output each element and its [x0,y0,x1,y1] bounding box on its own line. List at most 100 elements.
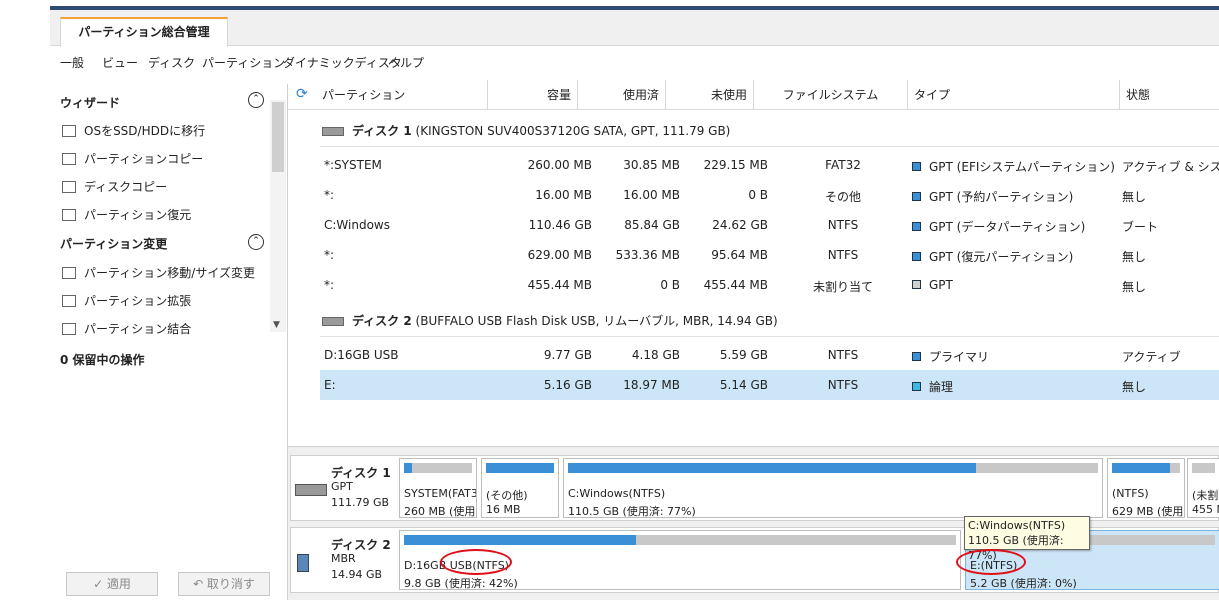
cell-text: 無し [1122,280,1147,294]
cell-text: 16.00 MB [623,188,680,202]
cell-text: *: [324,248,335,262]
partition-block[interactable]: C:Windows(NTFS) 110.5 GB (使用済: 77%) [563,458,1103,518]
cell-text: E: [324,378,336,392]
sidebar-item-migrate-os[interactable]: OSをSSD/HDDに移行 [62,122,205,139]
menu-dynamic-disk[interactable]: ダイナミックディスク [283,54,402,71]
menu-help[interactable]: ヘルプ [388,54,424,71]
cell-text: NTFS [827,248,859,262]
table-cell: 30.85 MB [590,158,680,172]
partition-size: 455 M [1192,503,1219,516]
disk1-info: ディスク 1 GPT 111.79 GB [291,456,397,520]
cell-text: GPT (予約パーティション) [929,190,1074,204]
table-cell: E: [324,378,494,392]
disk1-header[interactable]: ディスク 1 (KINGSTON SUV400S37120G SATA, GPT… [322,122,730,139]
table-cell: 229.15 MB [680,158,768,172]
disk1-map-row[interactable]: ディスク 1 GPT 111.79 GB SYSTEM(FAT32) 260 MB… [290,455,1219,521]
cell-text: 0 B [660,278,680,292]
table-cell: 5.59 GB [680,348,768,362]
cell-text: 5.14 GB [719,378,768,392]
table-cell: GPT (復元パーティション) [912,248,1116,265]
table-row[interactable]: E: 5.16 GB 18.97 MB 5.14 GB NTFS 論理 無し [320,370,1219,400]
table-cell: GPT (データパーティション) [912,218,1116,235]
pending-operations: 0 保留中の操作 [60,353,145,367]
scrollbar-thumb[interactable] [272,102,284,172]
table-cell: 4.18 GB [590,348,680,362]
usb-drive-icon [297,554,309,572]
partition-block[interactable]: (NTFS) 629 MB (使用 [1107,458,1185,518]
table-cell: GPT (予約パーティション) [912,188,1116,205]
apply-button[interactable]: ✓ 適用 [66,572,158,596]
table-row[interactable]: *: 455.44 MB 0 B 455.44 MB 未割り当て GPT 無し [320,270,1219,300]
cell-text: *: [324,278,335,292]
partition-block[interactable]: (未割り455 M [1187,458,1219,518]
col-type[interactable]: タイプ [908,80,1120,110]
partition-label: SYSTEM(FAT32) [404,487,477,500]
table-cell: 16.00 MB [490,188,592,202]
table-cell: D:16GB USB [324,348,494,362]
sidebar-item-partition-copy[interactable]: パーティションコピー [62,150,203,167]
cell-text: 18.97 MB [623,378,680,392]
partition-block[interactable]: SYSTEM(FAT32) 260 MB (使用済 [399,458,477,518]
table-cell: 論理 [912,378,1116,395]
sidebar-scrollbar[interactable]: ▼ [270,100,286,332]
cell-text: GPT (データパーティション) [929,220,1086,234]
chevron-up-icon[interactable]: ⌃ [248,92,264,108]
table-cell: 0 B [590,278,680,292]
usage-fill [404,463,413,473]
partition-size: 5.2 GB (使用済: 0%) [970,577,1077,590]
menu-view[interactable]: ビュー [102,54,138,71]
col-unused[interactable]: 未使用 [666,80,754,110]
col-status[interactable]: 状態 [1120,80,1219,110]
usage-fill [568,463,977,473]
divider [320,336,1219,337]
tab-partition-management[interactable]: パーティション総合管理 [60,17,228,47]
table-cell: 未割り当て [768,278,918,295]
table-cell: アクティブ & システム [1122,158,1219,175]
cell-text: アクティブ & システム [1122,160,1219,174]
table-cell: プライマリ [912,348,1116,365]
sidebar-item-disk-copy[interactable]: ディスクコピー [62,178,167,195]
cell-text: ブート [1122,220,1159,234]
table-row[interactable]: D:16GB USB 9.77 GB 4.18 GB 5.59 GB NTFS プライマリ… [320,340,1219,370]
sidebar-item-move-resize[interactable]: パーティション移動/サイズ変更 [62,264,255,281]
table-cell: 5.14 GB [680,378,768,392]
sidebar: ウィザード ⌃ OSをSSD/HDDに移行 パーティションコピー ディスクコピー… [50,84,288,600]
menu-disk[interactable]: ディスク [148,54,195,71]
cell-text: 229.15 MB [703,158,768,172]
table-cell: 無し [1122,278,1219,295]
chevron-down-icon[interactable]: ▼ [273,320,280,330]
disk2-header[interactable]: ディスク 2 (BUFFALO USB Flash Disk USB, リムーバ… [322,312,778,329]
hdd-icon [295,484,327,496]
undo-button[interactable]: ↶ 取り消す [178,572,270,596]
col-partition[interactable]: パーティション [316,80,488,110]
cell-text: GPT (EFIシステムパーティション) [929,160,1115,174]
cell-text: 未割り当て [812,280,873,294]
refresh-icon[interactable]: ⟳ [296,86,312,102]
menu-general[interactable]: 一般 [60,54,84,71]
col-used[interactable]: 使用済 [578,80,666,110]
partition-size: 629 MB (使用 [1112,505,1184,518]
table-cell: 629.00 MB [490,248,592,262]
col-capacity[interactable]: 容量 [488,80,578,110]
table-cell: 110.46 GB [490,218,592,232]
table-row[interactable]: *: 629.00 MB 533.36 MB 95.64 MB NTFS GPT (復元パ… [320,240,1219,270]
table-row[interactable]: *: 16.00 MB 16.00 MB 0 B その他 GPT (予約パーティション) 無… [320,180,1219,210]
usage-bar [1112,463,1180,473]
extend-icon [62,295,76,307]
partition-block[interactable]: (その他) 16 MB [481,458,559,518]
cell-text: 30.85 MB [623,158,680,172]
table-cell: 5.16 GB [490,378,592,392]
table-cell: 24.62 GB [680,218,768,232]
table-row[interactable]: *:SYSTEM 260.00 MB 30.85 MB 229.15 MB FAT32 G… [320,150,1219,180]
cell-text: アクティブ [1122,350,1181,364]
sidebar-item-partition-restore[interactable]: パーティション復元 [62,206,191,223]
migrate-icon [62,125,76,137]
sidebar-item-extend[interactable]: パーティション拡張 [62,292,191,309]
cell-text: 無し [1122,380,1147,394]
sidebar-item-merge[interactable]: パーティション結合 [62,320,191,337]
chevron-up-icon[interactable]: ⌃ [248,234,264,250]
col-filesystem[interactable]: ファイルシステム [754,80,908,110]
table-cell: GPT [912,278,1116,292]
table-row[interactable]: C:Windows 110.46 GB 85.84 GB 24.62 GB NTFS GP… [320,210,1219,240]
menu-partition[interactable]: パーティション [202,54,285,71]
